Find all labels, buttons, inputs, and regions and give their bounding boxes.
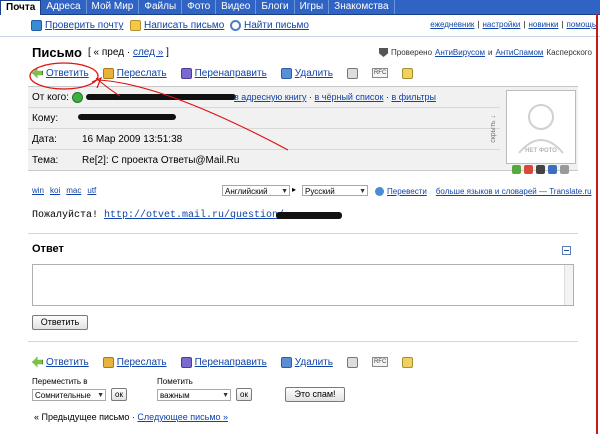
highlight-circle <box>29 62 99 90</box>
red-annotation-overlay <box>29 62 289 151</box>
annotation-arrow-line <box>95 79 289 151</box>
window-edge <box>596 14 598 434</box>
